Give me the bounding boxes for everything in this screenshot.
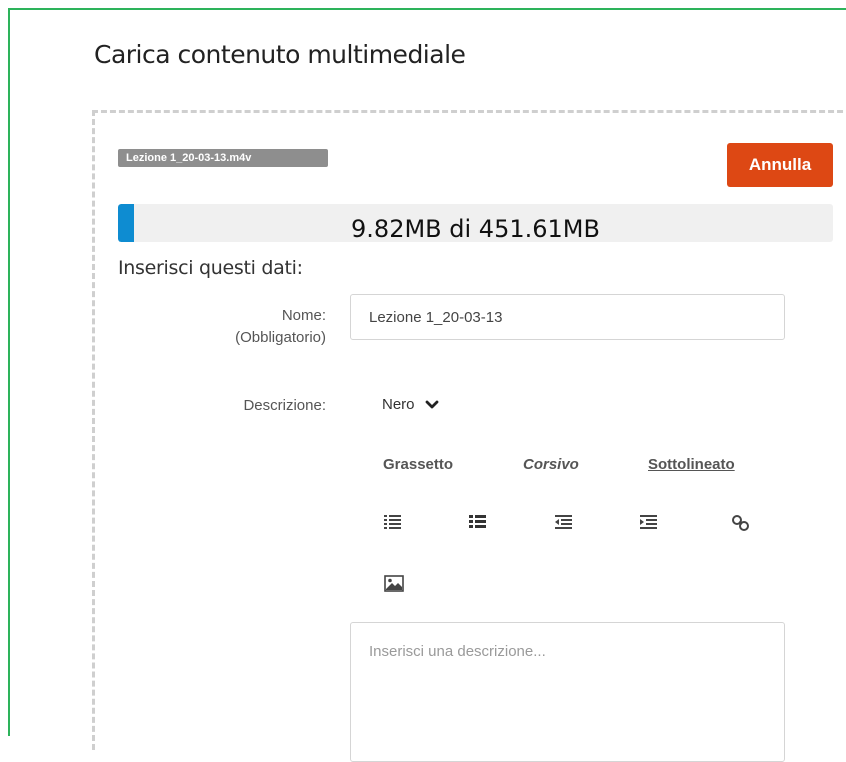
name-input[interactable]: [350, 294, 785, 340]
form-heading: Inserisci questi dati:: [118, 257, 303, 279]
description-label: Descrizione:: [243, 397, 326, 414]
progress-text: 9.82MB di 451.61MB: [351, 215, 600, 242]
chevron-down-icon: [425, 400, 438, 408]
link-icon[interactable]: [731, 514, 751, 532]
upload-progress-bar: 9.82MB di 451.61MB: [118, 204, 833, 242]
cancel-button[interactable]: Annulla: [727, 143, 833, 187]
text-color-value: Nero: [382, 396, 415, 413]
name-label: Nome: (Obbligatorio): [160, 305, 326, 349]
bold-button[interactable]: Grassetto: [383, 456, 453, 473]
outdent-icon[interactable]: [555, 514, 573, 530]
name-required-text: (Obbligatorio): [235, 329, 326, 346]
underline-button[interactable]: Sottolineato: [648, 456, 735, 473]
ordered-list-icon[interactable]: [384, 514, 402, 530]
file-name-badge: Lezione 1_20-03-13.m4v: [118, 149, 328, 167]
italic-button[interactable]: Corsivo: [523, 456, 579, 473]
text-color-select[interactable]: Nero: [382, 396, 439, 413]
indent-icon[interactable]: [640, 514, 658, 530]
name-label-text: Nome:: [281, 307, 326, 324]
page-title: Carica contenuto multimediale: [94, 40, 466, 69]
image-icon[interactable]: [384, 575, 404, 592]
description-textarea[interactable]: [350, 622, 785, 762]
unordered-list-icon[interactable]: [469, 514, 487, 530]
